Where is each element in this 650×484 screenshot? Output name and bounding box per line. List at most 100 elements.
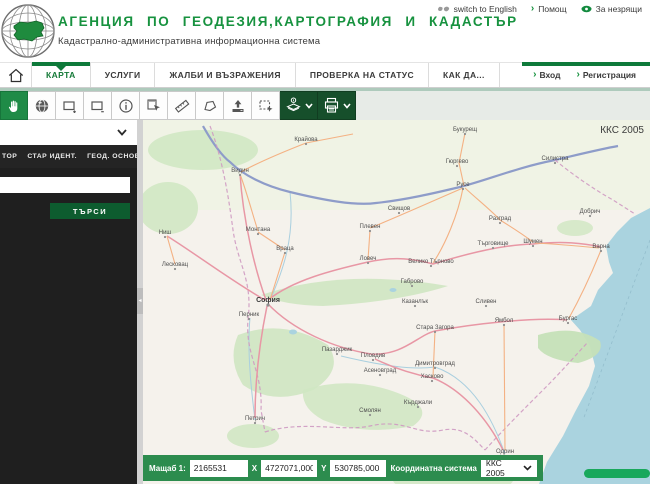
chevron-right-icon: › <box>531 4 534 14</box>
pan-hand-icon <box>6 98 22 114</box>
polygon-icon <box>202 98 218 114</box>
zoom-in-box-button[interactable] <box>56 91 84 120</box>
zoom-out-box-icon <box>90 98 106 114</box>
svg-text:Асеновград: Асеновград <box>364 368 397 374</box>
svg-text:Търговище: Търговище <box>478 241 510 247</box>
map-crs-label: ККС 2005 <box>600 125 644 136</box>
scale-label: Мащаб 1: <box>149 464 186 473</box>
layers-info-icon <box>285 97 302 114</box>
chevron-down-icon <box>523 465 532 471</box>
svg-text:Разград: Разград <box>489 216 512 222</box>
svg-text:Ловеч: Ловеч <box>360 256 377 262</box>
register-link[interactable]: › Регистрация <box>576 70 636 80</box>
measure-area-button[interactable] <box>196 91 224 120</box>
map-statusbar: Мащаб 1: X Y Координатна система ККС 200… <box>143 455 543 481</box>
full-extent-button[interactable] <box>28 91 56 120</box>
svg-text:Шумен: Шумен <box>523 239 542 245</box>
pan-tool-button[interactable] <box>0 91 28 120</box>
header-links: switch to English › Помощ За незрящи <box>437 4 642 14</box>
svg-text:Пловдив: Пловдив <box>361 353 385 359</box>
scale-input[interactable] <box>190 460 248 477</box>
svg-text:Димитровград: Димитровград <box>415 361 455 367</box>
svg-text:Ямбол: Ямбол <box>495 318 514 324</box>
ruler-icon <box>174 98 190 114</box>
info-icon <box>118 98 134 114</box>
svg-text:Крайова: Крайова <box>294 136 318 143</box>
switch-english-link[interactable]: switch to English <box>437 4 517 14</box>
svg-text:Видин: Видин <box>231 168 249 174</box>
chevron-down-icon <box>343 103 351 109</box>
svg-text:Пазарджик: Пазарджик <box>322 347 353 353</box>
search-button[interactable]: ТЪРСИ <box>50 203 130 219</box>
svg-text:Казанлък: Казанлък <box>402 299 428 305</box>
zoom-out-box-button[interactable] <box>84 91 112 120</box>
svg-text:Хасково: Хасково <box>421 374 444 380</box>
home-icon <box>8 68 24 83</box>
y-coordinate-input[interactable] <box>330 460 386 477</box>
agency-subtitle: Кадастрално-административна информационн… <box>58 36 518 47</box>
svg-text:Перник: Перник <box>239 312 260 318</box>
x-coordinate-input[interactable] <box>261 460 317 477</box>
svg-text:София: София <box>256 297 280 304</box>
login-link[interactable]: › Вход <box>533 70 560 80</box>
upload-icon <box>230 98 246 114</box>
search-type-dropdown[interactable] <box>0 120 137 145</box>
search-panel-tabs: ТОР СТАР ИДЕНТ. ГЕОД. ОСНОВА <box>0 145 137 168</box>
chevron-right-icon: › <box>533 70 536 80</box>
marquee-select-icon <box>258 98 274 114</box>
svg-text:Ниш: Ниш <box>159 230 172 236</box>
y-label: Y <box>321 464 326 473</box>
measure-distance-button[interactable] <box>168 91 196 120</box>
svg-text:Лесковац: Лесковац <box>162 262 189 268</box>
svg-text:Сливен: Сливен <box>476 299 497 305</box>
panel-tab-identifier[interactable]: ТОР <box>2 153 17 160</box>
tab-services[interactable]: УСЛУГИ <box>91 63 156 87</box>
chevron-down-icon <box>305 103 313 109</box>
x-label: X <box>252 464 257 473</box>
crs-select[interactable]: ККС 2005 <box>481 460 537 477</box>
auth-area: › Вход › Регистрация <box>533 63 650 87</box>
chevron-right-icon: › <box>576 70 579 80</box>
basemap: Крайова Букурещ Гюргево Видин Монтана Враца Пл… <box>143 120 650 484</box>
ruler-cursor-icon <box>146 98 162 114</box>
app-header: АГЕНЦИЯ ПО ГЕОДЕЗИЯ,КАРТОГРАФИЯ И КАДАСТ… <box>0 0 650 62</box>
accessibility-link[interactable]: За незрящи <box>581 4 642 14</box>
svg-text:Бургас: Бургас <box>559 316 577 322</box>
tab-status-check[interactable]: ПРОВЕРКА НА СТАТУС <box>296 63 429 87</box>
printer-icon <box>323 97 340 114</box>
help-link[interactable]: › Помощ <box>531 4 567 14</box>
select-region-button[interactable] <box>252 91 280 120</box>
tab-map[interactable]: КАРТА <box>32 63 91 87</box>
svg-text:Кърджали: Кърджали <box>404 400 432 406</box>
print-dropdown-button[interactable] <box>318 91 356 120</box>
svg-text:Монтана: Монтана <box>246 227 271 233</box>
svg-text:Враца: Враца <box>276 246 294 252</box>
map-horizontal-slider[interactable] <box>584 469 650 478</box>
tab-how-to[interactable]: КАК ДА... <box>429 63 500 87</box>
zoom-in-box-icon <box>62 98 78 114</box>
svg-text:Стара Загора: Стара Загора <box>416 325 454 331</box>
feature-info-button[interactable] <box>112 91 140 120</box>
home-button[interactable] <box>0 63 32 87</box>
map-toolbar <box>0 91 650 120</box>
panel-tab-old-ident[interactable]: СТАР ИДЕНТ. <box>27 153 77 160</box>
tab-complaints[interactable]: ЖАЛБИ И ВЪЗРАЖЕНИЯ <box>155 63 295 87</box>
eye-icon <box>581 5 592 13</box>
search-panel: ТОР СТАР ИДЕНТ. ГЕОД. ОСНОВА ТЪРСИ <box>0 120 137 484</box>
upload-button[interactable] <box>224 91 252 120</box>
layers-legend-dropdown-button[interactable] <box>280 91 318 120</box>
map-canvas[interactable]: Крайова Букурещ Гюргево Видин Монтана Враца Пл… <box>143 120 650 484</box>
measure-coordinate-button[interactable] <box>140 91 168 120</box>
svg-text:Петрич: Петрич <box>245 416 265 422</box>
search-input[interactable] <box>0 177 130 193</box>
svg-text:Свищов: Свищов <box>388 206 410 212</box>
svg-text:Русе: Русе <box>456 182 470 188</box>
svg-text:Силистра: Силистра <box>542 156 570 162</box>
svg-text:Букурещ: Букурещ <box>453 127 477 133</box>
svg-text:Варна: Варна <box>592 244 610 250</box>
crs-label: Координатна система <box>390 464 476 473</box>
svg-text:Гюргево: Гюргево <box>446 159 469 165</box>
chevron-down-icon <box>117 129 127 136</box>
agency-title: АГЕНЦИЯ ПО ГЕОДЕЗИЯ,КАРТОГРАФИЯ И КАДАСТ… <box>58 14 518 29</box>
svg-text:Велико Търново: Велико Търново <box>408 259 454 265</box>
